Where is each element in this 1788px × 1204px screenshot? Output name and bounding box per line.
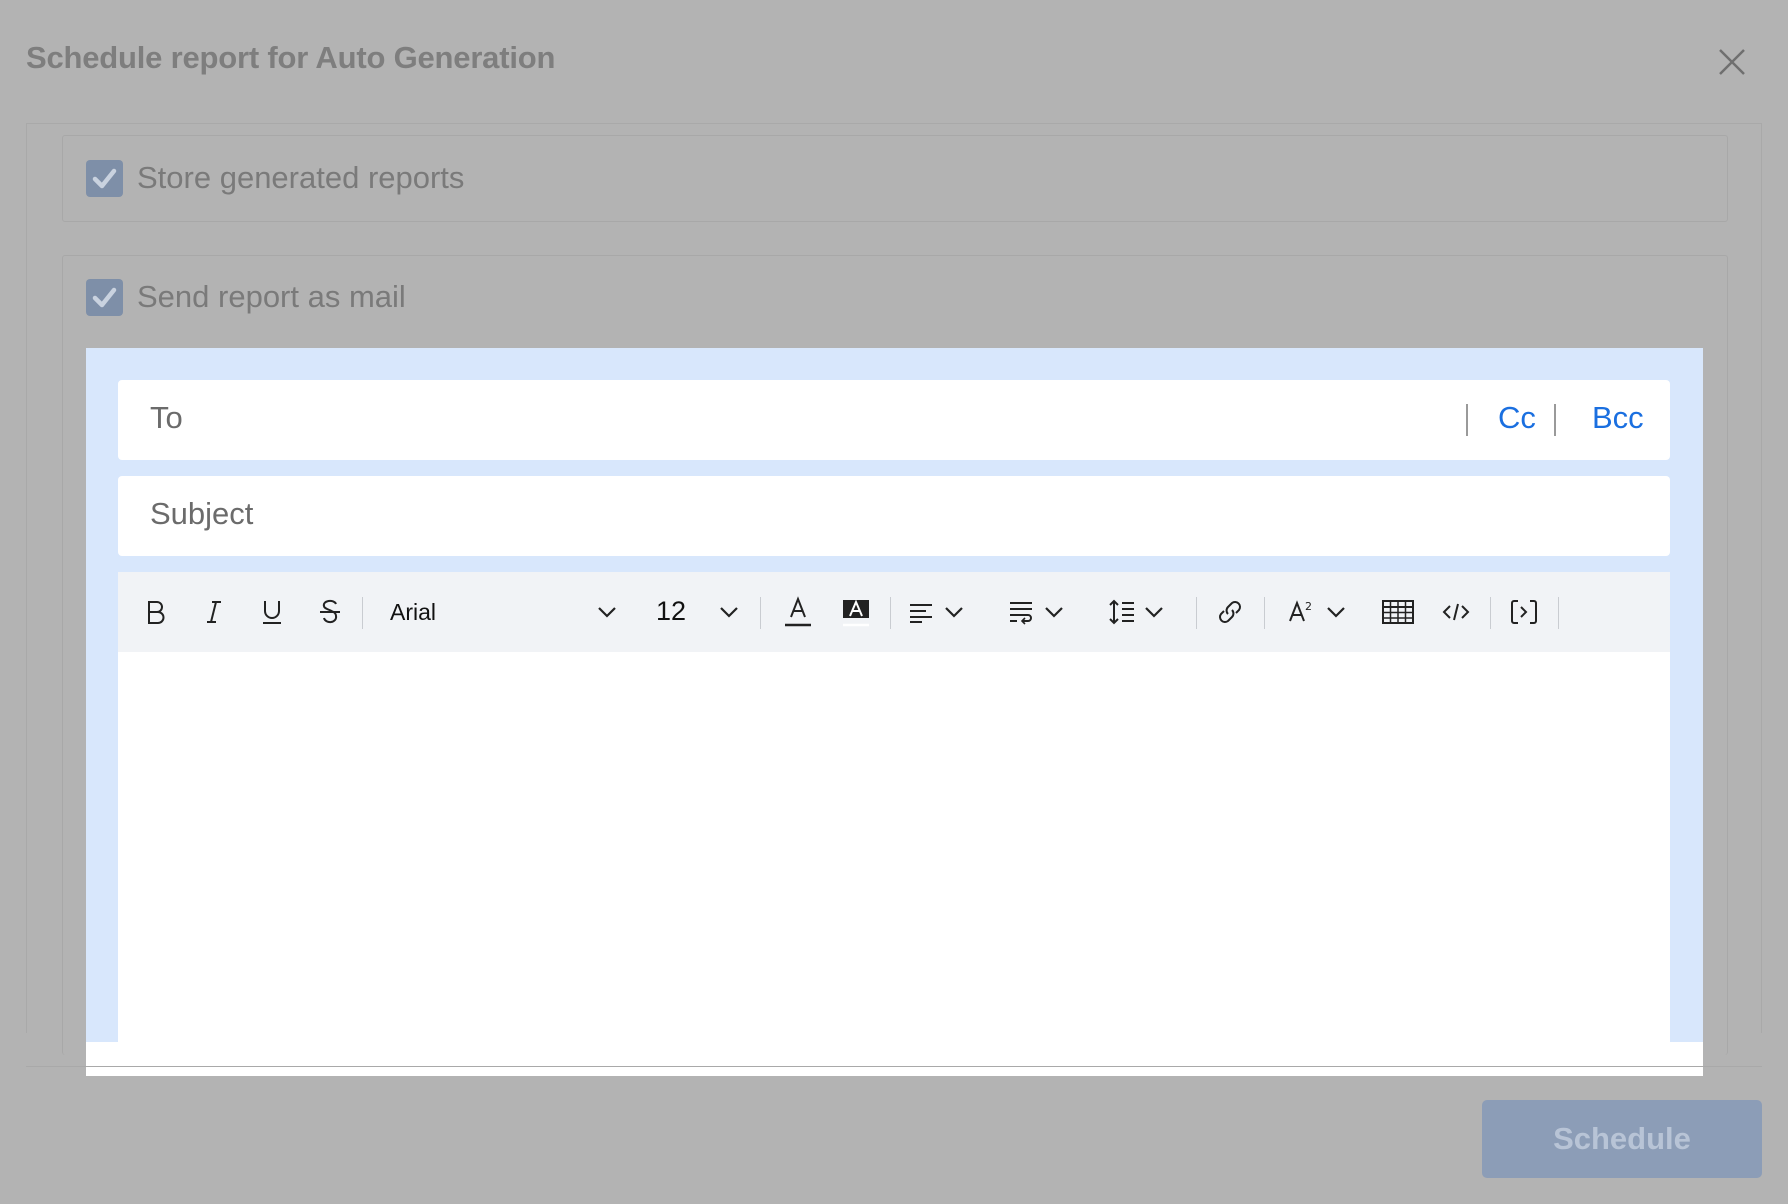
editor-toolbar: Arial 12 2	[118, 572, 1670, 652]
dialog-header: Schedule report for Auto Generation	[0, 0, 1788, 120]
font-size-dropdown[interactable]	[714, 592, 744, 632]
superscript-dropdown[interactable]: 2	[1288, 592, 1350, 632]
italic-icon	[207, 601, 221, 623]
italic-button[interactable]	[196, 592, 232, 632]
list-dropdown[interactable]	[1008, 592, 1068, 632]
align-dropdown[interactable]	[908, 592, 968, 632]
superscript-icon: 2	[1289, 600, 1345, 622]
toolbar-separator	[890, 597, 891, 629]
to-field[interactable]: To Cc Bcc	[118, 380, 1670, 460]
divider	[1554, 404, 1556, 436]
highlight-button[interactable]	[838, 592, 874, 632]
bold-button[interactable]	[138, 592, 174, 632]
underline-icon	[263, 601, 281, 624]
code-icon	[1442, 603, 1470, 621]
chevron-down-icon	[720, 607, 738, 618]
toolbar-separator	[1264, 597, 1265, 629]
editor-footer	[86, 1042, 1703, 1076]
footer-divider	[26, 1066, 1762, 1067]
toolbar-separator	[1558, 597, 1559, 629]
dialog-title: Schedule report for Auto Generation	[26, 40, 556, 75]
close-button[interactable]	[1712, 42, 1752, 82]
font-size-value[interactable]: 12	[656, 596, 686, 627]
link-button[interactable]	[1212, 592, 1248, 632]
check-icon	[92, 168, 117, 189]
underline-button[interactable]	[254, 592, 290, 632]
font-family-value[interactable]: Arial	[390, 599, 436, 626]
text-color-button[interactable]	[780, 592, 816, 632]
list-icon	[1010, 602, 1063, 625]
schedule-dialog: Schedule report for Auto Generation Stor…	[0, 0, 1788, 1204]
chevron-down-icon	[598, 607, 616, 618]
placeholder-button[interactable]	[1506, 592, 1542, 632]
store-reports-checkbox[interactable]	[86, 160, 123, 197]
editor-body[interactable]	[118, 652, 1670, 1042]
cc-link[interactable]: Cc	[1498, 400, 1536, 436]
svg-text:2: 2	[1305, 600, 1312, 613]
rich-text-editor: Arial 12 2	[118, 572, 1670, 1042]
to-label: To	[150, 400, 183, 435]
placeholder-icon	[1511, 600, 1537, 624]
align-left-icon	[910, 604, 963, 623]
store-reports-section: Store generated reports	[62, 135, 1728, 222]
text-color-icon	[785, 596, 811, 627]
toolbar-separator	[760, 597, 761, 629]
close-icon	[1719, 49, 1745, 75]
link-icon	[1219, 601, 1241, 623]
bcc-link[interactable]: Bcc	[1592, 400, 1644, 436]
subject-placeholder: Subject	[150, 496, 254, 531]
font-family-dropdown[interactable]	[592, 592, 622, 632]
code-button[interactable]	[1438, 592, 1474, 632]
schedule-button[interactable]: Schedule	[1482, 1100, 1762, 1178]
send-mail-checkbox[interactable]	[86, 279, 123, 316]
highlight-icon	[843, 599, 869, 627]
mail-compose-panel: To Cc Bcc Subject Arial 12 2	[86, 348, 1703, 1076]
strikethrough-button[interactable]	[312, 592, 348, 632]
toolbar-separator	[362, 597, 363, 629]
subject-field[interactable]: Subject	[118, 476, 1670, 556]
send-mail-label: Send report as mail	[137, 279, 406, 314]
toolbar-separator	[1196, 597, 1197, 629]
table-icon	[1382, 600, 1414, 624]
toolbar-separator	[1490, 597, 1491, 629]
bold-icon	[148, 601, 165, 624]
line-height-icon	[1109, 599, 1163, 625]
divider	[1466, 404, 1468, 436]
strikethrough-icon	[320, 599, 340, 624]
table-button[interactable]	[1380, 592, 1416, 632]
store-reports-label: Store generated reports	[137, 160, 465, 195]
check-icon	[92, 287, 117, 308]
line-height-dropdown[interactable]	[1108, 592, 1168, 632]
